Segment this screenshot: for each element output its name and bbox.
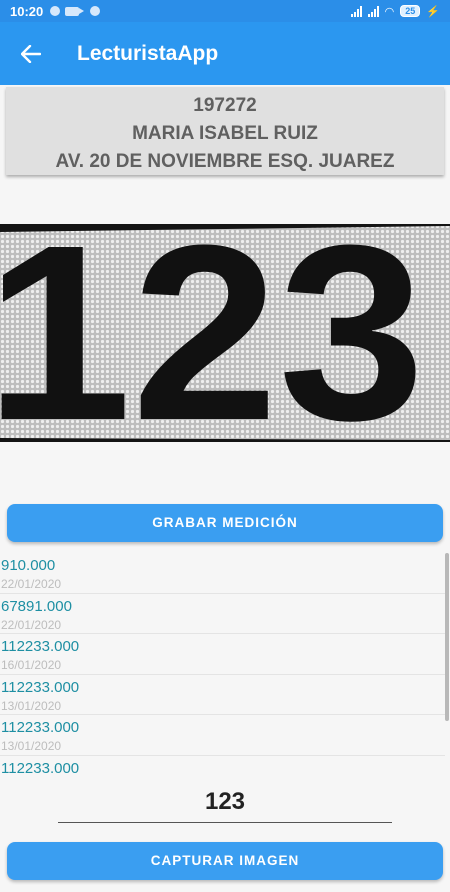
history-value: 910.000 [1,557,56,574]
history-date: 16/01/2020 [1,658,62,672]
app-bar: LecturistaApp [0,22,450,85]
history-item[interactable]: 910.000 22/01/2020 [0,553,445,594]
wifi-icon: ◠ [384,5,395,18]
history-date: 22/01/2020 [1,617,62,632]
history-item[interactable]: 112233.000 13/01/2020 [0,715,445,756]
history-date: 22/01/2020 [1,577,62,591]
app-title: LecturistaApp [77,41,219,65]
battery-icon: 25 [400,5,421,17]
history-value: 112233.000 [1,678,80,696]
history-date: 13/01/2020 [1,739,62,753]
history-value: 112233.000 [1,759,80,774]
history-item[interactable]: 112233.000 13/01/2020 [0,675,445,715]
history-item[interactable]: 112233.000 [0,756,445,774]
history-scrollbar[interactable] [445,553,449,721]
status-time: 10:20 [10,3,44,19]
history-value: 112233.000 [1,719,80,736]
signal-icon-2 [367,5,379,17]
account-number: 197272 [193,95,257,116]
history-value: 67891.000 [1,597,72,615]
reading-history-list[interactable]: 910.000 22/01/2020 67891.000 22/01/2020 … [0,553,445,773]
save-reading-button[interactable]: GRABAR MEDICIÓN [7,504,443,542]
notification-icon [50,6,61,16]
history-item[interactable]: 67891.000 22/01/2020 [0,594,445,634]
signal-icon [350,5,362,17]
customer-address: AV. 20 DE NOVIEMBRE ESQ. JUAREZ [55,151,395,172]
meter-digits: 123 [0,224,425,442]
status-bar: 10:20 ◠ 25 ⚡ [0,0,450,22]
history-value: 112233.000 [1,638,80,655]
back-arrow-icon[interactable] [0,22,62,85]
history-date: 13/01/2020 [1,698,62,713]
notification-dot-icon [90,6,101,16]
meter-digits-text: 123 [0,224,425,442]
history-item[interactable]: 112233.000 16/01/2020 [0,634,445,675]
meter-photo: 123 [0,224,450,442]
customer-name: MARIA ISABEL RUIZ [132,123,318,144]
capture-image-button[interactable]: CAPTURAR IMAGEN [7,842,443,880]
customer-info-card: 197272 MARIA ISABEL RUIZ AV. 20 DE NOVIE… [6,87,444,175]
charging-icon: ⚡ [426,5,440,18]
reading-input[interactable]: 123 [58,783,392,823]
video-camera-icon [65,6,85,16]
